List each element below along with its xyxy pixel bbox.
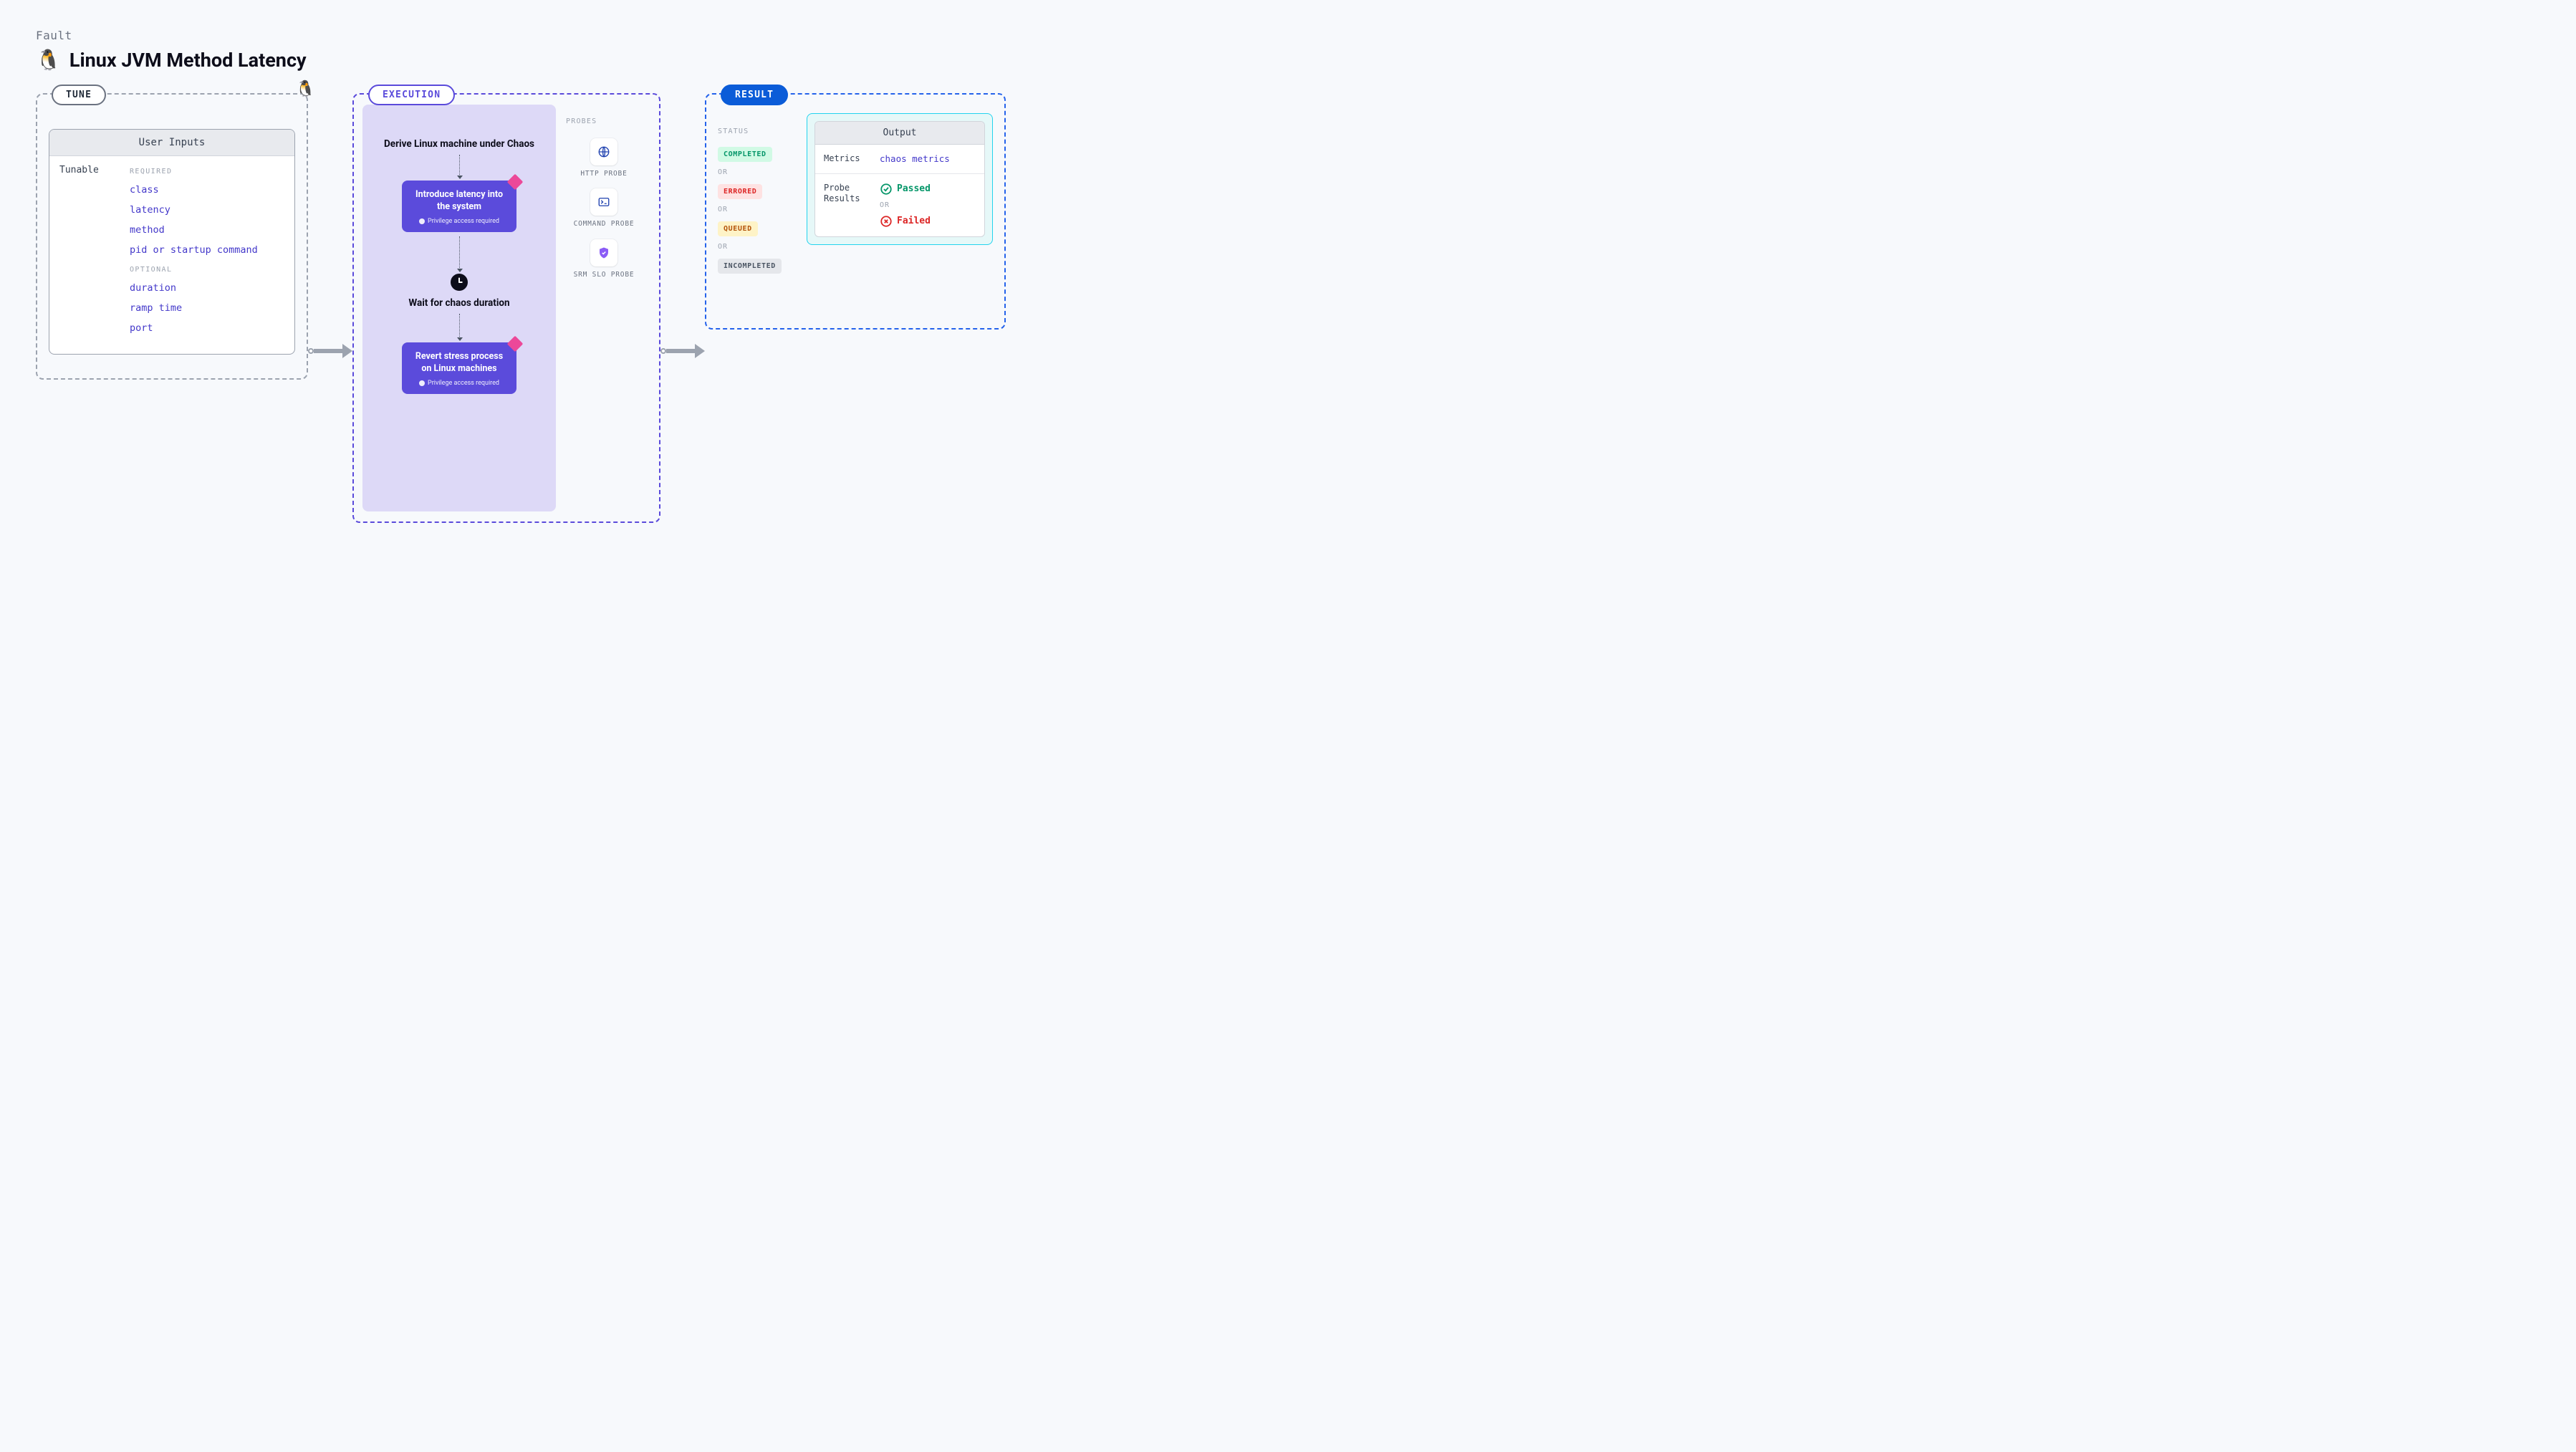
execution-badge: EXECUTION xyxy=(368,85,455,105)
shield-check-icon xyxy=(590,239,617,266)
tunable-item: ramp time xyxy=(130,302,284,314)
tunable-item: class xyxy=(130,184,284,196)
result-panel: RESULT STATUS COMPLETED OR ERRORED OR QU… xyxy=(705,93,1006,330)
tunable-item: method xyxy=(130,224,284,236)
action-title: Introduce latency into the system xyxy=(412,189,506,213)
probes-label: PROBES xyxy=(566,117,597,125)
x-circle-icon xyxy=(880,215,893,228)
user-inputs-title: User Inputs xyxy=(49,130,294,156)
tunable-item: latency xyxy=(130,204,284,216)
result-badge: RESULT xyxy=(721,85,788,105)
status-queued: QUEUED xyxy=(718,221,758,236)
tunable-item: pid or startup command xyxy=(130,244,284,256)
terminal-icon xyxy=(590,188,617,216)
flag-icon xyxy=(507,336,524,352)
optional-label: OPTIONAL xyxy=(130,266,284,274)
probe-srm-slo: SRM SLO PROBE xyxy=(574,239,635,279)
probe-http: HTTP PROBE xyxy=(580,138,627,178)
tunable-label: Tunable xyxy=(59,165,117,342)
step-wait: Wait for chaos duration xyxy=(408,297,509,309)
output-card: Output Metrics chaos metrics Probe Resul… xyxy=(814,121,985,237)
tune-badge: TUNE xyxy=(52,85,106,105)
output-row-metrics: Metrics chaos metrics xyxy=(815,145,984,174)
output-title: Output xyxy=(815,122,984,145)
probe-label: SRM SLO PROBE xyxy=(574,271,635,279)
probe-result-failed: Failed xyxy=(880,215,931,228)
metrics-value: chaos metrics xyxy=(880,153,950,165)
probe-results-key: Probe Results xyxy=(824,183,873,228)
required-label: REQUIRED xyxy=(130,168,284,176)
probes-column: PROBES HTTP PROBE COMMAND PROBE SRM SLO … xyxy=(554,107,648,509)
tunable-item: port xyxy=(130,322,284,334)
action-revert-stress: Revert stress process on Linux machines … xyxy=(402,342,516,394)
tunable-item: duration xyxy=(130,282,284,294)
probe-command: COMMAND PROBE xyxy=(574,188,635,229)
status-column: STATUS COMPLETED OR ERRORED OR QUEUED OR… xyxy=(718,107,797,315)
output-row-probe-results: Probe Results Passed OR Failed xyxy=(815,174,984,236)
action-title: Revert stress process on Linux machines xyxy=(412,351,506,375)
category-label: Fault xyxy=(36,29,2540,42)
step-derive: Derive Linux machine under Chaos xyxy=(384,138,534,150)
probe-result-passed: Passed xyxy=(880,183,931,196)
privilege-note: Privilege access required xyxy=(412,218,506,225)
check-circle-icon xyxy=(880,183,893,196)
clock-icon xyxy=(451,274,468,291)
or-separator: OR xyxy=(718,243,797,251)
status-errored: ERRORED xyxy=(718,184,762,199)
status-incompleted: INCOMPLETED xyxy=(718,259,782,274)
or-separator: OR xyxy=(718,206,797,213)
page-header: Fault 🐧 Linux JVM Method Latency xyxy=(36,29,2540,72)
probe-label: HTTP PROBE xyxy=(580,170,627,178)
or-separator: OR xyxy=(718,168,797,176)
metrics-key: Metrics xyxy=(824,153,873,165)
status-label: STATUS xyxy=(718,128,797,135)
tune-panel: TUNE 🐧 User Inputs Tunable REQUIRED clas… xyxy=(36,93,308,380)
execution-panel: EXECUTION Derive Linux machine under Cha… xyxy=(352,93,660,523)
page-title: Linux JVM Method Latency xyxy=(69,49,307,72)
globe-icon xyxy=(590,138,617,165)
flow-arrow xyxy=(308,344,352,358)
flow-diagram: TUNE 🐧 User Inputs Tunable REQUIRED clas… xyxy=(36,93,2540,523)
execution-steps: Derive Linux machine under Chaos Introdu… xyxy=(362,105,556,511)
linux-icon: 🐧 xyxy=(36,48,61,72)
status-completed: COMPLETED xyxy=(718,147,772,162)
action-introduce-latency: Introduce latency into the system Privil… xyxy=(402,181,516,232)
flow-arrow xyxy=(660,344,705,358)
user-inputs-card: User Inputs Tunable REQUIRED class laten… xyxy=(49,129,295,355)
linux-icon: 🐧 xyxy=(296,80,315,98)
output-panel: Output Metrics chaos metrics Probe Resul… xyxy=(807,113,993,245)
or-separator: OR xyxy=(880,201,931,209)
privilege-note: Privilege access required xyxy=(412,380,506,387)
probe-label: COMMAND PROBE xyxy=(574,220,635,229)
flag-icon xyxy=(507,174,524,191)
